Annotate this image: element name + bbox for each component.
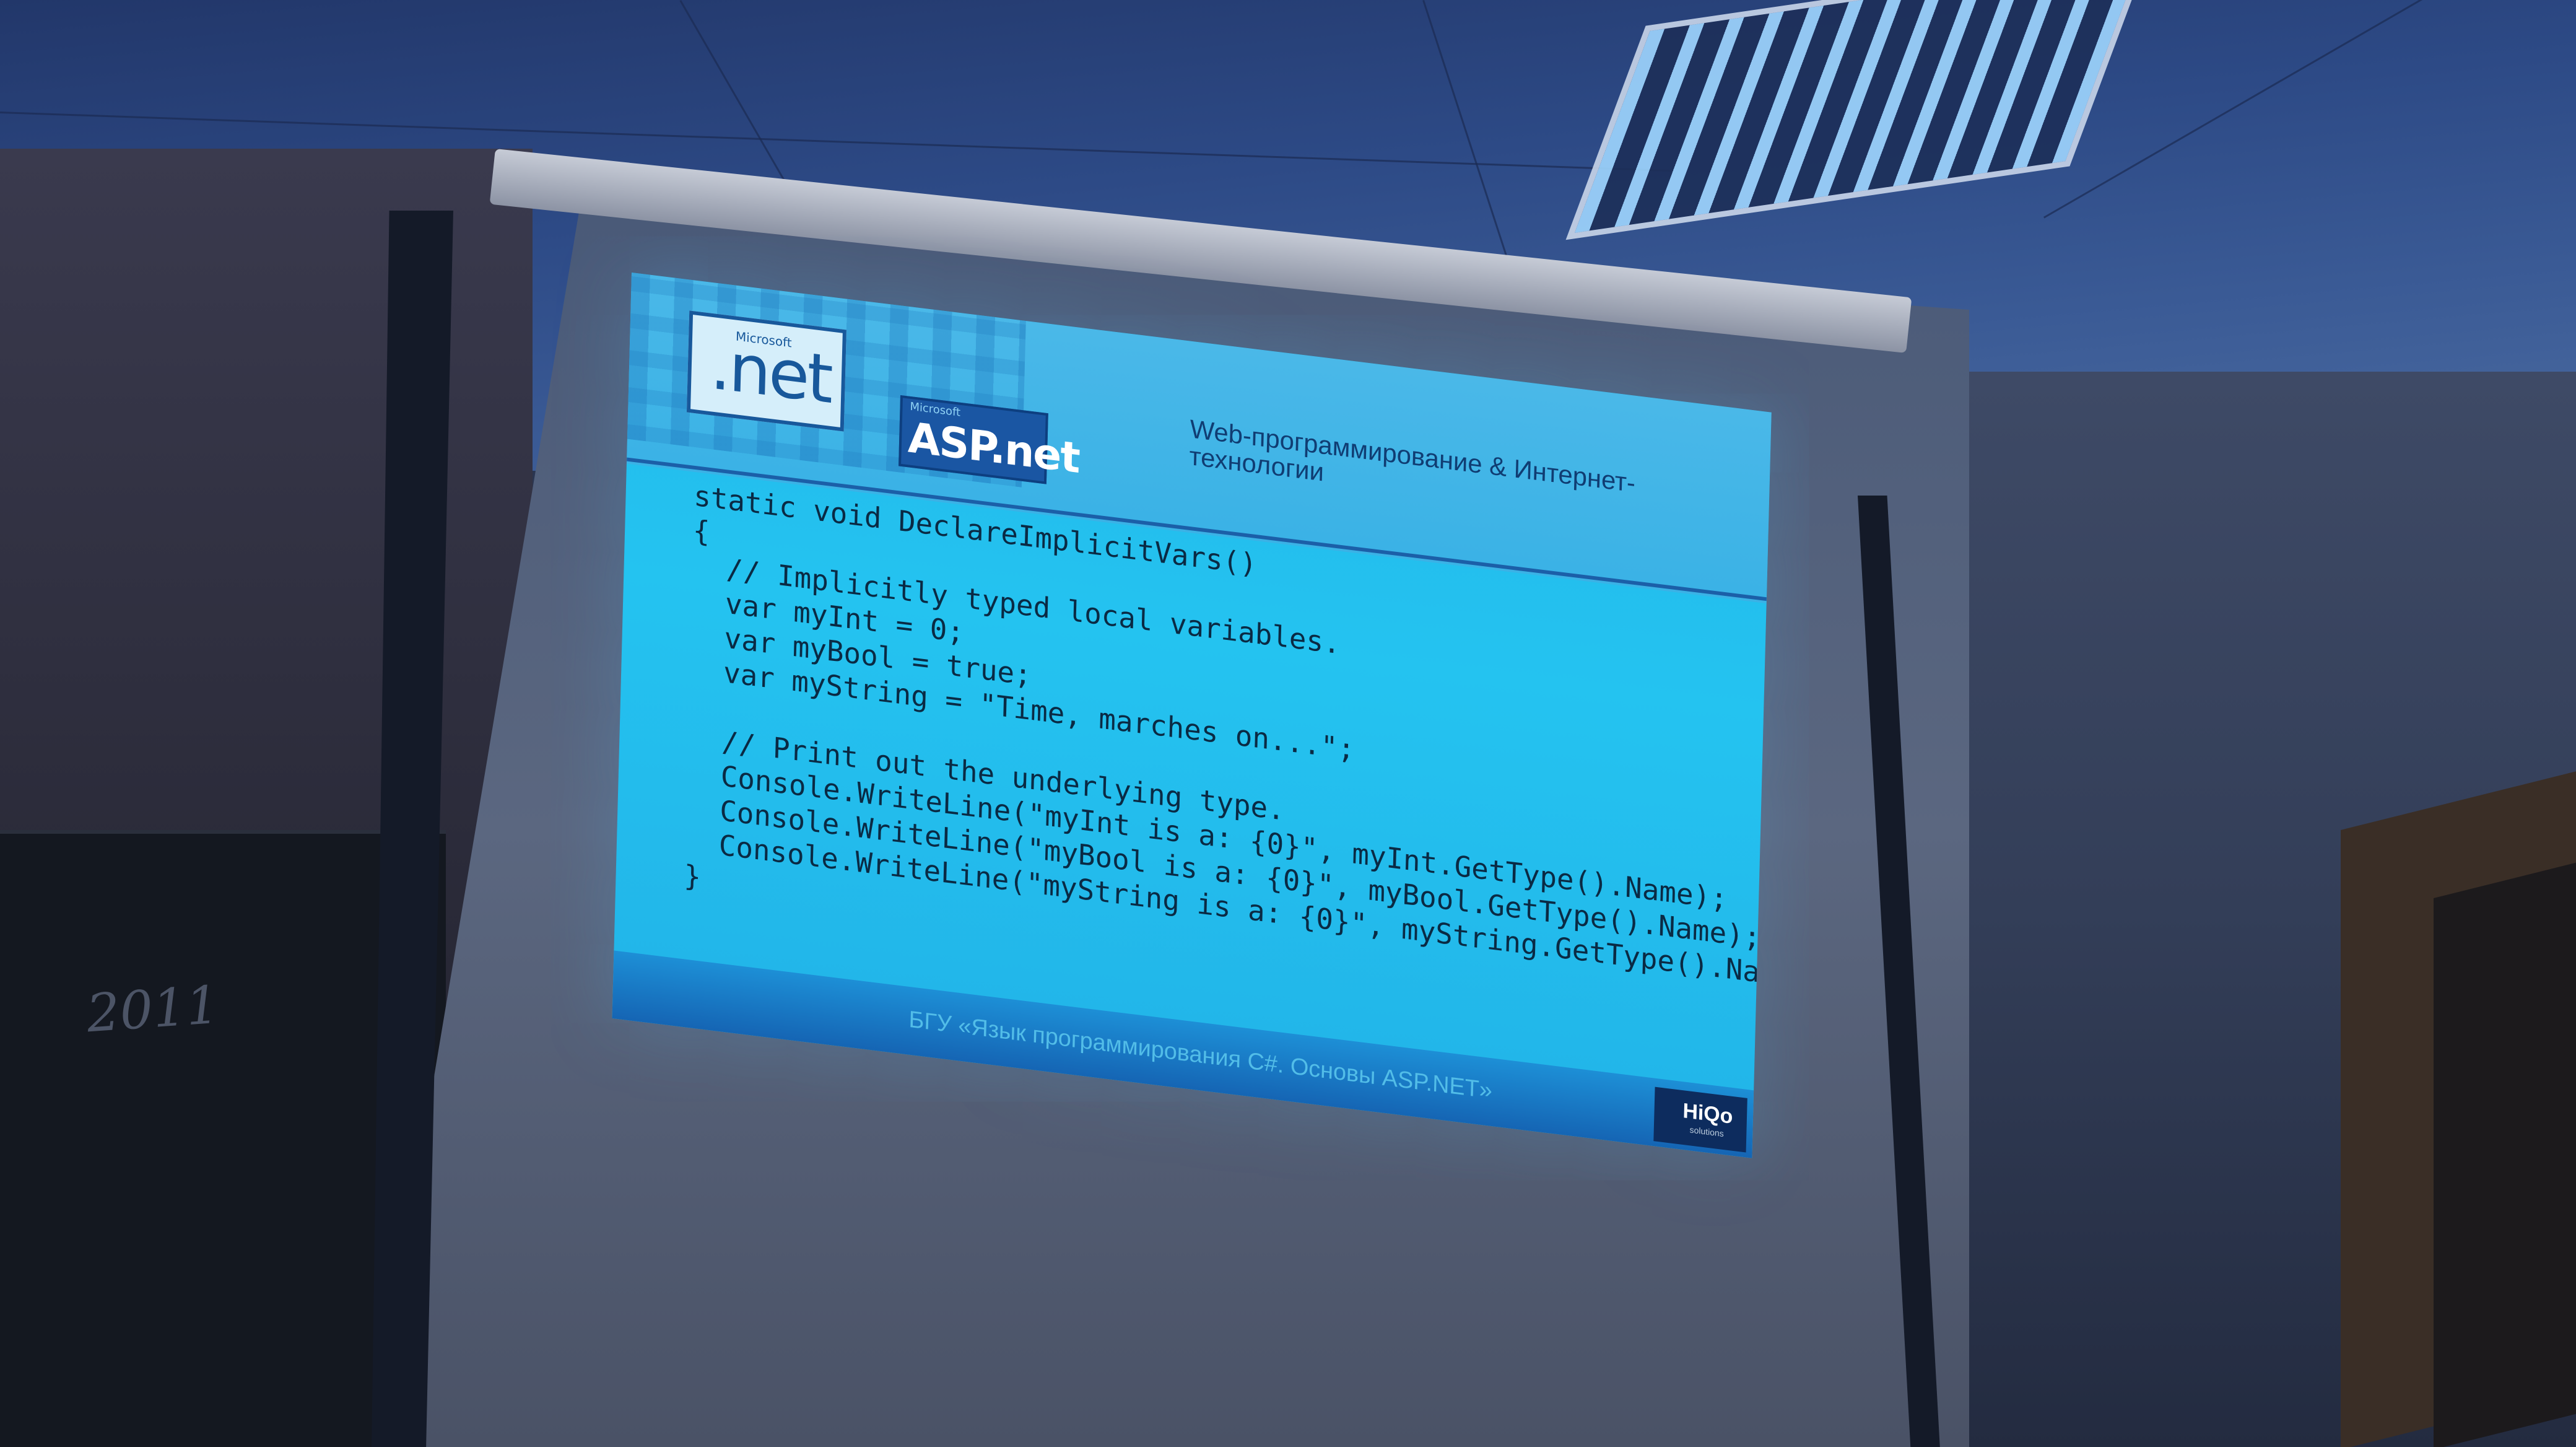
projected-slide: Microsoft .net Microsoft ASP.net Web-про… xyxy=(612,273,1772,1158)
board-scribble: 2011 xyxy=(84,974,221,1044)
doorway xyxy=(2434,858,2576,1447)
dotnet-logo: Microsoft .net xyxy=(686,310,846,432)
classroom-scene: 2011 Microsoft .net Microsoft ASP.net We… xyxy=(0,0,2576,1447)
hiqo-logo: HiQo solutions xyxy=(1653,1086,1747,1153)
logo-net-text: .net xyxy=(709,326,832,419)
slide-title: Web-программирование & Интернет-технолог… xyxy=(1189,414,1636,498)
